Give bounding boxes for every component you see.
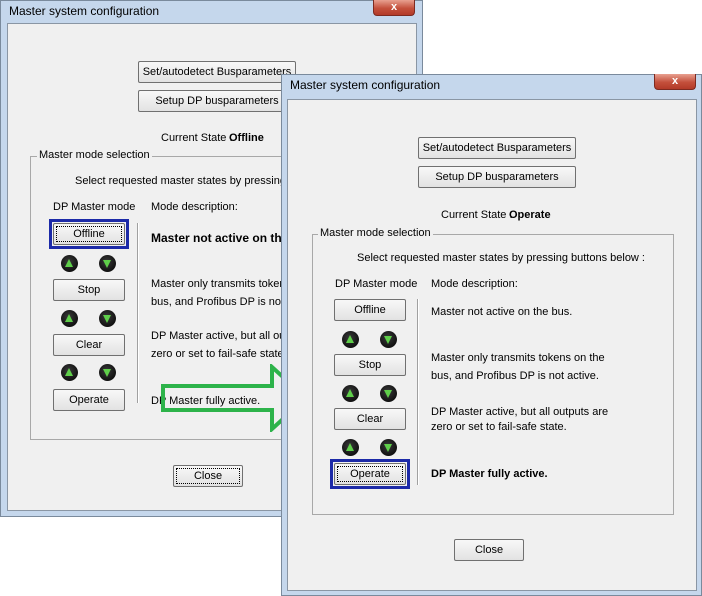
back-close-button[interactable]: Close — [173, 465, 243, 487]
front-master-mode-group: Master mode selection Select requested m… — [312, 227, 674, 515]
back-set-autodetect-button[interactable]: Set/autodetect Busparameters — [138, 61, 296, 83]
front-operate-button[interactable]: Operate — [334, 463, 406, 485]
back-offline-button[interactable]: Offline — [53, 223, 125, 245]
back-current-state-value: Offline — [229, 132, 264, 144]
down-arrow-led-icon — [99, 310, 116, 327]
front-desc-clear-line2: zero or set to fail-safe state. — [431, 421, 567, 433]
up-arrow-led-icon — [61, 364, 78, 381]
back-desc-clear-line1: DP Master active, but all outpu — [151, 330, 301, 342]
back-title-bar[interactable]: Master system configuration x — [1, 0, 422, 23]
front-group-title: Master mode selection — [318, 227, 433, 239]
up-arrow-led-icon — [342, 331, 359, 348]
front-column-mode-description: Mode description: — [431, 278, 518, 290]
up-arrow-led-icon — [342, 385, 359, 402]
down-arrow-led-icon — [99, 255, 116, 272]
front-current-state-label: Current State : — [441, 209, 513, 221]
front-set-autodetect-button[interactable]: Set/autodetect Busparameters — [418, 137, 576, 159]
front-offline-button[interactable]: Offline — [334, 299, 406, 321]
back-column-mode-description: Mode description: — [151, 201, 238, 213]
front-clear-button[interactable]: Clear — [334, 408, 406, 430]
back-window-title: Master system configuration — [9, 4, 160, 18]
front-stop-button[interactable]: Stop — [334, 354, 406, 376]
back-column-dp-master-mode: DP Master mode — [53, 201, 136, 213]
down-arrow-led-icon — [99, 364, 116, 381]
back-desc-clear-line2: zero or set to fail-safe state. — [151, 348, 287, 360]
back-column-divider — [137, 223, 139, 403]
up-arrow-led-icon — [342, 439, 359, 456]
front-desc-offline: Master not active on the bus. — [431, 306, 573, 318]
up-arrow-led-icon — [61, 255, 78, 272]
up-arrow-led-icon — [61, 310, 78, 327]
back-group-title: Master mode selection — [37, 149, 152, 161]
back-operate-button[interactable]: Operate — [53, 389, 125, 411]
front-desc-operate: DP Master fully active. — [431, 468, 548, 480]
front-desc-stop-line1: Master only transmits tokens on the — [431, 352, 605, 364]
front-instruction-text: Select requested master states by pressi… — [357, 252, 645, 264]
back-current-state-label: Current State : — [161, 132, 233, 144]
front-current-state-value: Operate — [509, 209, 551, 221]
front-dialog-body: Set/autodetect Busparameters Setup DP bu… — [287, 99, 697, 591]
front-desc-clear-line1: DP Master active, but all outputs are — [431, 406, 609, 418]
front-close-button[interactable]: Close — [454, 539, 524, 561]
back-instruction-text: Select requested master states by pressi… — [75, 175, 308, 187]
down-arrow-led-icon — [380, 331, 397, 348]
back-stop-button[interactable]: Stop — [53, 279, 125, 301]
front-dialog-window: Master system configuration x Set/autode… — [281, 74, 702, 596]
front-close-icon[interactable]: x — [654, 74, 696, 90]
front-window-title: Master system configuration — [290, 78, 441, 92]
back-desc-stop-line1: Master only transmits tokens c — [151, 278, 300, 290]
front-title-bar[interactable]: Master system configuration x — [282, 74, 701, 97]
back-desc-stop-line2: bus, and Profibus DP is not ac — [151, 296, 299, 308]
back-clear-button[interactable]: Clear — [53, 334, 125, 356]
back-setup-dp-button[interactable]: Setup DP busparameters — [138, 90, 296, 112]
down-arrow-led-icon — [380, 439, 397, 456]
back-desc-offline: Master not active on the — [151, 231, 289, 245]
front-desc-stop-line2: bus, and Profibus DP is not active. — [431, 370, 599, 382]
back-close-icon[interactable]: x — [373, 0, 415, 16]
front-setup-dp-button[interactable]: Setup DP busparameters — [418, 166, 576, 188]
front-column-divider — [417, 299, 419, 485]
front-column-dp-master-mode: DP Master mode — [335, 278, 418, 290]
down-arrow-led-icon — [380, 385, 397, 402]
